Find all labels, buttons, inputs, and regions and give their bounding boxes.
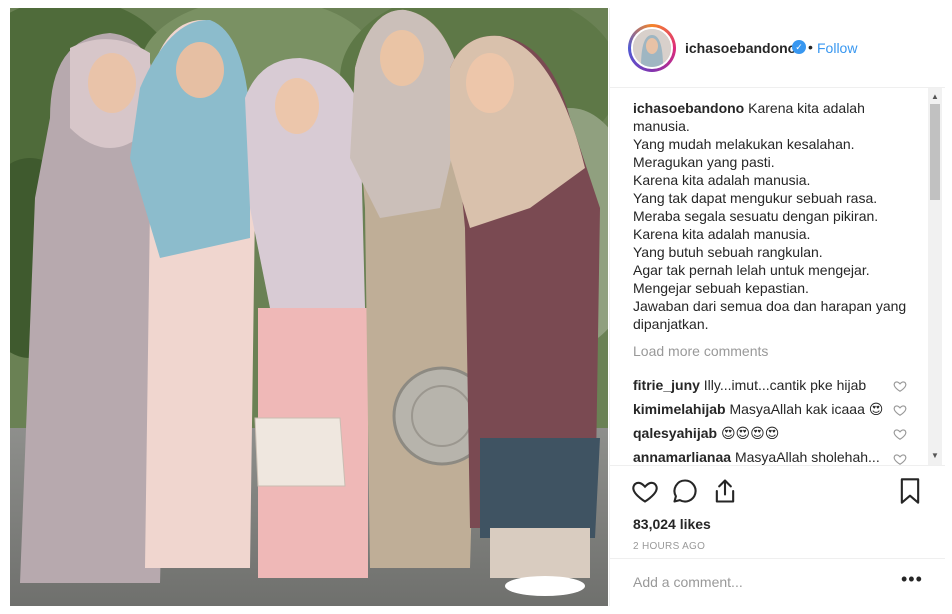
- comments-section: ichasoebandono Karena kita adalah manusi…: [610, 88, 945, 465]
- small-heart-icon[interactable]: [893, 403, 907, 417]
- comment-input[interactable]: Add a comment...: [633, 574, 743, 590]
- caption-line: Yang mudah melakukan kesalahan.: [633, 136, 855, 152]
- verified-badge-icon: ✓: [792, 40, 806, 54]
- caption-line: Meragukan yang pasti.: [633, 154, 775, 170]
- avatar[interactable]: [631, 27, 673, 69]
- comments-scrollbar[interactable]: ▲ ▼: [928, 88, 942, 465]
- comment-item: qalesyahijab 😍😍😍😍: [633, 425, 903, 442]
- heart-icon[interactable]: [631, 477, 659, 505]
- separator-dot: •: [808, 39, 813, 55]
- caption-username[interactable]: ichasoebandono: [633, 100, 744, 116]
- avatar-image: [633, 29, 671, 67]
- comment-text: 😍😍😍😍: [720, 425, 780, 441]
- comment-username[interactable]: fitrie_juny: [633, 377, 700, 393]
- caption-line: Yang tak dapat mengukur sebuah rasa.: [633, 190, 878, 206]
- likes-count[interactable]: 83,024 likes: [633, 516, 711, 532]
- post-side-panel: ichasoebandono ✓ • Follow ichasoebandono…: [609, 8, 945, 606]
- comment-text: Illy...imut...cantik pke hijab: [703, 377, 867, 393]
- small-heart-icon[interactable]: [893, 379, 907, 393]
- username[interactable]: ichasoebandono: [685, 40, 796, 56]
- story-ring[interactable]: [628, 24, 676, 72]
- comment-username[interactable]: kimimelahijab: [633, 401, 726, 417]
- load-more-comments-link[interactable]: Load more comments: [633, 343, 768, 359]
- post-photo[interactable]: [10, 8, 608, 606]
- comment-text: MasyaAllah kak icaaa 😍: [729, 401, 884, 417]
- comment-item: annamarlianaa MasyaAllah sholehah...: [633, 449, 903, 465]
- caption-line: Meraba segala sesuatu dengan pikiran.: [633, 208, 879, 224]
- caption-line: Jawaban dari semua doa dan harapan yang: [633, 298, 907, 314]
- comment-username[interactable]: annamarlianaa: [633, 449, 731, 465]
- comment-item: fitrie_juny Illy...imut...cantik pke hij…: [633, 377, 903, 393]
- caption-line: Karena kita adalah manusia.: [633, 226, 811, 242]
- small-heart-icon[interactable]: [893, 452, 907, 465]
- add-comment-bar: Add a comment... •••: [610, 558, 945, 606]
- caption-line: Karena kita adalah: [748, 100, 865, 116]
- scroll-thumb[interactable]: [930, 104, 940, 200]
- scroll-up-arrow-icon[interactable]: ▲: [928, 90, 942, 104]
- bookmark-icon[interactable]: [896, 477, 924, 505]
- caption-line: Yang butuh sebuah rangkulan.: [633, 244, 823, 260]
- caption-line: Mengejar sebuah kepastian.: [633, 280, 809, 296]
- caption-line: Karena kita adalah manusia.: [633, 172, 811, 188]
- caption: ichasoebandono Karena kita adalah manusi…: [633, 99, 928, 333]
- more-options-icon[interactable]: •••: [901, 569, 923, 590]
- follow-button[interactable]: Follow: [817, 40, 857, 56]
- small-heart-icon[interactable]: [893, 427, 907, 441]
- caption-line: dipanjatkan.: [633, 316, 709, 332]
- share-icon[interactable]: [711, 477, 739, 505]
- comment-text: MasyaAllah sholehah...: [734, 449, 880, 465]
- comment-item: kimimelahijab MasyaAllah kak icaaa 😍: [633, 401, 903, 418]
- post-header: ichasoebandono ✓ • Follow: [610, 8, 945, 88]
- caption-line: manusia.: [633, 118, 690, 134]
- comment-username[interactable]: qalesyahijab: [633, 425, 717, 441]
- scroll-down-arrow-icon[interactable]: ▼: [928, 449, 942, 463]
- instagram-post: ichasoebandono ✓ • Follow ichasoebandono…: [0, 0, 952, 614]
- caption-first-line: ichasoebandono Karena kita adalah: [633, 99, 928, 117]
- caption-line: Agar tak pernah lelah untuk mengejar.: [633, 262, 870, 278]
- post-timestamp[interactable]: 2 HOURS AGO: [633, 541, 705, 552]
- comment-bubble-icon[interactable]: [671, 477, 699, 505]
- photo-illustration: [10, 8, 608, 606]
